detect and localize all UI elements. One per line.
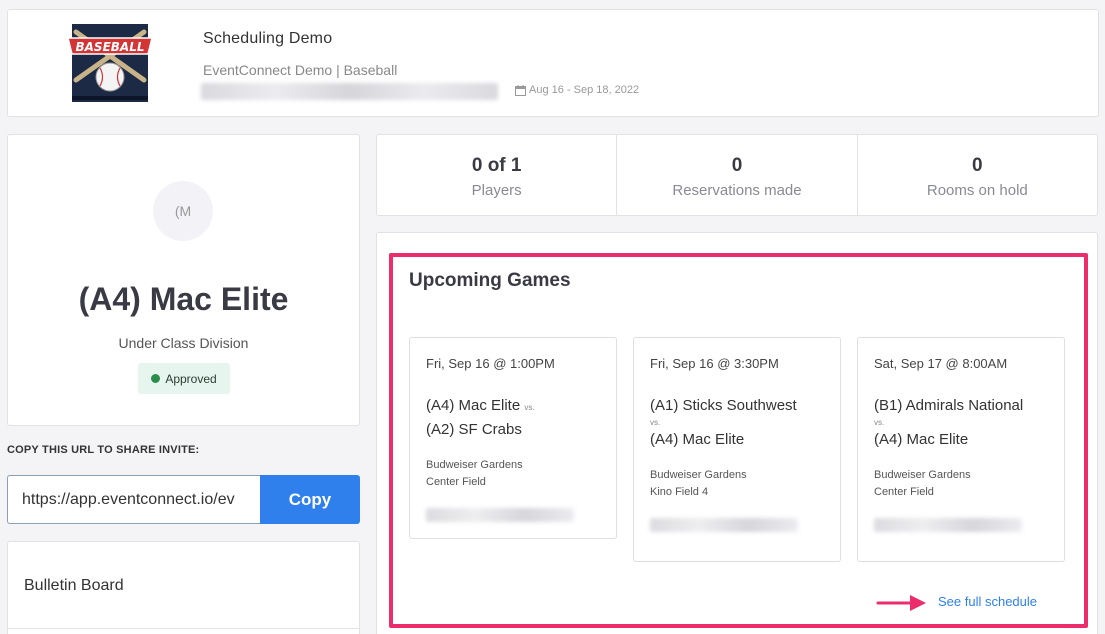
redacted-address (426, 508, 574, 522)
game-matchup: (B1) Admirals National vs. (A4) Mac Elit… (874, 395, 1048, 451)
venue-name: Budweiser Gardens (426, 459, 523, 471)
arrow-right-icon (876, 595, 926, 611)
event-dates: Aug 16 - Sep 18, 2022 (515, 84, 639, 96)
stats-bar: 0 of 1 Players 0 Reservations made 0 Roo… (376, 134, 1098, 216)
redacted-address (650, 518, 798, 532)
stat-label: Players (471, 182, 522, 199)
field-name: Center Field (426, 476, 486, 488)
stat-value: 0 (972, 155, 983, 176)
status-dot-icon (151, 374, 161, 383)
redacted-address (201, 83, 498, 100)
game-date: Fri, Sep 16 @ 1:00PM (426, 356, 555, 371)
share-url-label: COPY THIS URL TO SHARE INVITE: (7, 444, 200, 456)
team-away: (A4) Mac Elite (650, 431, 745, 448)
team-home: (A1) Sticks Southwest (650, 397, 797, 414)
vs-label: vs. (524, 403, 535, 412)
vs-label: vs. (650, 418, 661, 427)
date-range: Aug 16 - Sep 18, 2022 (529, 84, 640, 96)
field-name: Kino Field 4 (650, 486, 709, 498)
team-name: (A4) Mac Elite (78, 281, 289, 317)
see-full-schedule-link[interactable]: See full schedule (938, 594, 1037, 609)
stat-value: 0 of 1 (471, 155, 522, 176)
share-url-input[interactable] (7, 475, 261, 524)
game-date: Sat, Sep 17 @ 8:00AM (874, 356, 1008, 371)
baseball-logo: BASEBALL (58, 24, 162, 102)
team-away: (A4) Mac Elite (874, 431, 969, 448)
bulletin-board-title: Bulletin Board (24, 577, 124, 594)
stat-players: 0 of 1 Players (377, 135, 618, 215)
team-away: (A2) SF Crabs (426, 421, 522, 438)
team-home: (B1) Admirals National (874, 397, 1024, 414)
stat-rooms: 0 Rooms on hold (858, 135, 1097, 215)
team-division: Under Class Division (118, 335, 249, 351)
field-name: Center Field (874, 486, 934, 498)
venue-name: Budweiser Gardens (650, 469, 747, 481)
team-home: (A4) Mac Elite (426, 397, 521, 414)
stat-value: 0 (731, 155, 743, 176)
stat-label: Reservations made (672, 182, 802, 199)
game-matchup: (A4) Mac Elite vs. (A2) SF Crabs (426, 395, 600, 441)
copy-button[interactable]: Copy (260, 475, 360, 524)
calendar-icon (515, 84, 526, 96)
avatar: (M (153, 181, 213, 241)
event-subtitle: EventConnect Demo | Baseball (203, 62, 398, 78)
event-title: Scheduling Demo (203, 30, 333, 47)
game-card-2[interactable]: Fri, Sep 16 @ 3:30PM (A1) Sticks Southwe… (633, 337, 841, 562)
event-header: BASEBALL Scheduling Demo EventConnect De… (7, 9, 1099, 117)
vs-label: vs. (874, 418, 885, 427)
svg-text:BASEBALL: BASEBALL (76, 40, 145, 54)
venue-name: Budweiser Gardens (874, 469, 971, 481)
redacted-address (874, 518, 1022, 532)
status-badge: Approved (138, 363, 230, 394)
bulletin-board-card: Bulletin Board (7, 541, 360, 634)
game-date: Fri, Sep 16 @ 3:30PM (650, 356, 779, 371)
upcoming-games-title: Upcoming Games (409, 270, 571, 291)
game-matchup: (A1) Sticks Southwest vs. (A4) Mac Elite (650, 395, 824, 451)
team-card: (M (A4) Mac Elite Under Class Division A… (7, 134, 360, 426)
status-label: Approved (165, 371, 217, 386)
game-venue: Budweiser Gardens Kino Field 4 (650, 467, 824, 501)
stat-reservations: 0 Reservations made (617, 135, 858, 215)
game-venue: Budweiser Gardens Center Field (426, 457, 600, 491)
game-card-1[interactable]: Fri, Sep 16 @ 1:00PM (A4) Mac Elite vs. … (409, 337, 617, 539)
stat-label: Rooms on hold (926, 182, 1028, 199)
game-card-3[interactable]: Sat, Sep 17 @ 8:00AM (B1) Admirals Natio… (857, 337, 1065, 562)
game-venue: Budweiser Gardens Center Field (874, 467, 1048, 501)
divider (8, 628, 359, 629)
